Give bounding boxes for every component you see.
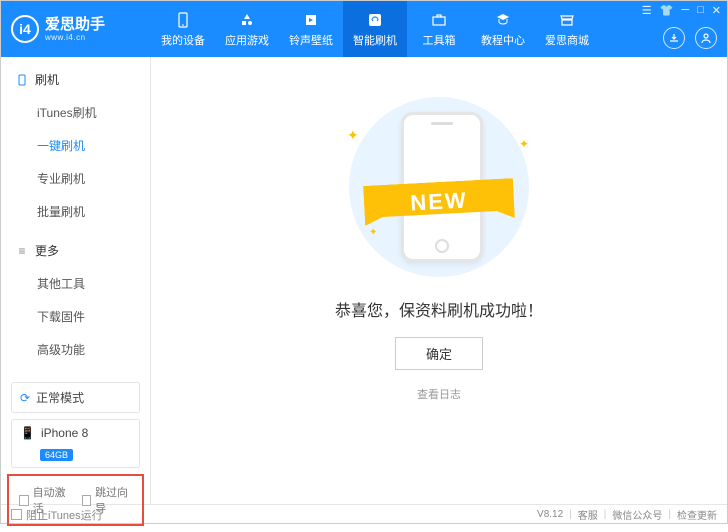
section-title: 刷机 bbox=[35, 71, 59, 88]
section-title: 更多 bbox=[35, 242, 59, 259]
checkbox-label: 阻止iTunes运行 bbox=[26, 507, 103, 523]
nav-label: 铃声壁纸 bbox=[289, 32, 333, 48]
nav-label: 教程中心 bbox=[481, 32, 525, 48]
success-message: 恭喜您，保资料刷机成功啦！ bbox=[335, 297, 543, 321]
download-button[interactable] bbox=[663, 27, 685, 49]
maximize-icon[interactable]: □ bbox=[697, 4, 704, 17]
nav-toolbox[interactable]: 工具箱 bbox=[407, 1, 471, 57]
sidebar-item-other-tools[interactable]: 其他工具 bbox=[1, 267, 150, 300]
nav-label: 爱思商城 bbox=[545, 32, 589, 48]
app-name: 爱思助手 bbox=[45, 17, 105, 32]
nav-label: 我的设备 bbox=[161, 32, 205, 48]
minimize-icon[interactable]: ─ bbox=[681, 4, 689, 17]
top-nav: 我的设备 应用游戏 铃声壁纸 智能刷机 工具箱 教程中心 爱思商城 bbox=[151, 1, 599, 57]
mode-label: 正常模式 bbox=[36, 389, 84, 406]
block-itunes-checkbox[interactable]: 阻止iTunes运行 bbox=[11, 507, 103, 523]
sidebar-section-flash: 刷机 bbox=[1, 67, 150, 92]
device-indicator[interactable]: 📱 iPhone 8 64GB bbox=[11, 419, 140, 468]
sidebar-item-itunes-flash[interactable]: iTunes刷机 bbox=[1, 96, 150, 129]
version-label: V8.12 bbox=[537, 509, 563, 520]
header-actions bbox=[663, 27, 717, 49]
check-update-link[interactable]: 检查更新 bbox=[677, 507, 717, 522]
success-illustration: ✦ ✦ ✦ NEW bbox=[329, 97, 549, 277]
skin-icon[interactable]: 👕 bbox=[660, 4, 674, 17]
nav-tutorial[interactable]: 教程中心 bbox=[471, 1, 535, 57]
nav-label: 工具箱 bbox=[423, 32, 456, 48]
nav-flash[interactable]: 智能刷机 bbox=[343, 1, 407, 57]
flash-icon bbox=[366, 11, 384, 29]
wechat-link[interactable]: 微信公众号 bbox=[612, 507, 662, 522]
nav-label: 应用游戏 bbox=[225, 32, 269, 48]
nav-apps[interactable]: 应用游戏 bbox=[215, 1, 279, 57]
more-icon: ≡ bbox=[15, 244, 29, 258]
nav-store[interactable]: 爱思商城 bbox=[535, 1, 599, 57]
sidebar-item-batch-flash[interactable]: 批量刷机 bbox=[1, 195, 150, 228]
sidebar-item-advanced[interactable]: 高级功能 bbox=[1, 333, 150, 366]
toolbox-icon bbox=[430, 11, 448, 29]
phone-icon: 📱 bbox=[20, 426, 35, 440]
star-icon: ✦ bbox=[347, 127, 359, 144]
settings-icon[interactable]: ☰ bbox=[642, 4, 652, 17]
device-name: iPhone 8 bbox=[41, 426, 88, 440]
app-url: www.i4.cn bbox=[45, 34, 105, 42]
sidebar-section-more: ≡ 更多 bbox=[1, 238, 150, 263]
nav-label: 智能刷机 bbox=[353, 32, 397, 48]
mode-indicator[interactable]: ⟳ 正常模式 bbox=[11, 382, 140, 413]
mode-icon: ⟳ bbox=[20, 391, 30, 405]
device-icon bbox=[174, 11, 192, 29]
header: i4 爱思助手 www.i4.cn 我的设备 应用游戏 铃声壁纸 智能刷机 工具… bbox=[1, 1, 727, 57]
window-controls: ☰ 👕 ─ □ ✕ bbox=[642, 4, 721, 17]
sidebar-item-pro-flash[interactable]: 专业刷机 bbox=[1, 162, 150, 195]
phone-icon bbox=[15, 73, 29, 87]
sidebar-item-oneclick-flash[interactable]: 一键刷机 bbox=[1, 129, 150, 162]
ok-button[interactable]: 确定 bbox=[395, 337, 483, 370]
star-icon: ✦ bbox=[369, 227, 377, 238]
content-area: ✦ ✦ ✦ NEW 恭喜您，保资料刷机成功啦！ 确定 查看日志 bbox=[151, 57, 727, 504]
view-log-link[interactable]: 查看日志 bbox=[417, 386, 461, 402]
tutorial-icon bbox=[494, 11, 512, 29]
nav-device[interactable]: 我的设备 bbox=[151, 1, 215, 57]
logo-icon: i4 bbox=[11, 15, 39, 43]
app-logo: i4 爱思助手 www.i4.cn bbox=[1, 15, 151, 43]
main-area: 刷机 iTunes刷机 一键刷机 专业刷机 批量刷机 ≡ 更多 其他工具 下载固… bbox=[1, 57, 727, 504]
support-link[interactable]: 客服 bbox=[578, 507, 598, 522]
sidebar: 刷机 iTunes刷机 一键刷机 专业刷机 批量刷机 ≡ 更多 其他工具 下载固… bbox=[1, 57, 151, 504]
close-icon[interactable]: ✕ bbox=[712, 4, 721, 17]
apps-icon bbox=[238, 11, 256, 29]
store-icon bbox=[558, 11, 576, 29]
sidebar-item-download-firmware[interactable]: 下载固件 bbox=[1, 300, 150, 333]
storage-badge: 64GB bbox=[40, 449, 73, 461]
user-button[interactable] bbox=[695, 27, 717, 49]
star-icon: ✦ bbox=[519, 137, 529, 151]
ringtone-icon bbox=[302, 11, 320, 29]
nav-ringtone[interactable]: 铃声壁纸 bbox=[279, 1, 343, 57]
